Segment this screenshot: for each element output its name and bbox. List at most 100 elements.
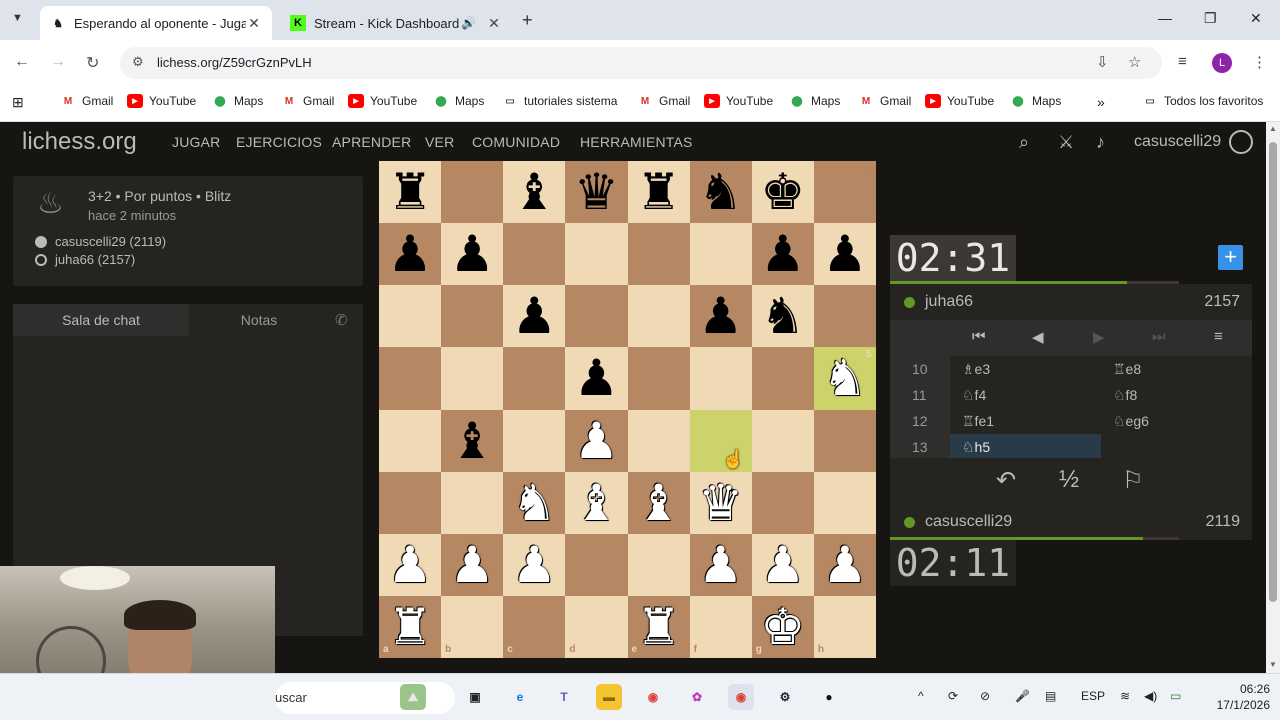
takeback-icon[interactable]: ↶ bbox=[996, 466, 1016, 495]
next-move-icon[interactable]: ▶ bbox=[1093, 328, 1105, 346]
nav-comunidad[interactable]: COMUNIDAD bbox=[472, 134, 560, 150]
wifi-icon[interactable]: ≋ bbox=[1120, 689, 1130, 703]
square-e7[interactable] bbox=[627, 223, 690, 286]
bookmark-gmail[interactable]: M Gmail bbox=[60, 94, 114, 108]
white-move[interactable]: ♗e3 bbox=[950, 356, 1101, 382]
white-queen-icon[interactable]: ♛ bbox=[690, 472, 752, 534]
more-menu-icon[interactable]: ⋮ bbox=[1252, 53, 1267, 71]
bell-icon[interactable]: ♪ bbox=[1096, 132, 1105, 153]
add-time-button[interactable]: + bbox=[1218, 245, 1243, 270]
offer-draw-button[interactable]: ½ bbox=[1059, 466, 1079, 494]
black-pawn-icon[interactable]: ♟ bbox=[379, 223, 441, 285]
media-control-icon[interactable]: ≡ bbox=[1178, 53, 1187, 70]
battery-icon[interactable]: ▭ bbox=[1170, 689, 1181, 703]
white-knight-icon[interactable]: ♞ bbox=[503, 472, 565, 534]
site-info-icon[interactable]: ⚙ bbox=[132, 54, 144, 70]
white-pawn-icon[interactable]: ♟ bbox=[752, 534, 814, 596]
white-move[interactable]: ♘f4 bbox=[950, 382, 1101, 408]
square-e6[interactable] bbox=[627, 285, 690, 348]
phone-icon[interactable]: ✆ bbox=[335, 311, 348, 329]
black-queen-icon[interactable]: ♛ bbox=[565, 161, 627, 223]
edge-icon[interactable]: e bbox=[507, 684, 533, 710]
white-pawn-icon[interactable]: ♟ bbox=[503, 534, 565, 596]
bookmark-youtube[interactable]: ▶ YouTube bbox=[127, 94, 196, 108]
file-explorer-icon[interactable]: ▬ bbox=[596, 684, 622, 710]
square-e4[interactable] bbox=[627, 409, 690, 472]
forward-icon[interactable]: → bbox=[50, 53, 66, 71]
square-g3[interactable] bbox=[751, 471, 814, 534]
close-tab-icon[interactable]: ✕ bbox=[246, 15, 262, 32]
minimize-icon[interactable]: — bbox=[1158, 10, 1172, 26]
chrome-icon[interactable]: ◉ bbox=[640, 684, 666, 710]
install-app-icon[interactable]: ⇩ bbox=[1096, 53, 1109, 71]
tab-kick[interactable]: K Stream - Kick Dashboard 🔊 ✕ bbox=[280, 6, 512, 40]
black-rook-icon[interactable]: ♜ bbox=[379, 161, 441, 223]
white-player[interactable]: casuscelli29 (2119) bbox=[35, 234, 166, 249]
bookmark-maps[interactable]: ⬤ Maps bbox=[433, 94, 484, 108]
swords-icon[interactable]: ⚔ bbox=[1058, 132, 1074, 153]
page-scrollbar[interactable]: ▲ ▼ bbox=[1266, 122, 1280, 673]
my-name[interactable]: casuscelli29 bbox=[925, 513, 1012, 531]
last-move-icon[interactable]: ⏭ bbox=[1152, 328, 1166, 345]
black-pawn-icon[interactable]: ♟ bbox=[690, 285, 752, 347]
bookmark-maps[interactable]: ⬤ Maps bbox=[1010, 94, 1061, 108]
black-pawn-icon[interactable]: ♟ bbox=[441, 223, 503, 285]
black-bishop-icon[interactable]: ♝ bbox=[503, 161, 565, 223]
bookmark-youtube[interactable]: ▶ YouTube bbox=[704, 94, 773, 108]
tab-chat[interactable]: Sala de chat bbox=[13, 304, 189, 336]
speaker-icon[interactable]: 🔊 bbox=[461, 16, 476, 30]
square-g5[interactable] bbox=[751, 347, 814, 410]
black-knight-icon[interactable]: ♞ bbox=[752, 285, 814, 347]
first-move-icon[interactable]: ⏮ bbox=[972, 328, 986, 345]
bookmark-gmail[interactable]: M Gmail bbox=[281, 94, 335, 108]
chess-board[interactable]: ♜ ♝ ♛ ♜ ♞ ♚ ♟ ♟ ♟ ♟ ♟ ♟ ♞ ♟ ♞ ♝ ♟ ♞ ♝ ♝ ♛ ♟ ♟ ♟ ♟ ♟ ♟ ♜ ♜ ♚ 8 7 6 5 4 3 2 1 a b… bbox=[379, 161, 876, 658]
close-tab-icon[interactable]: ✕ bbox=[486, 15, 502, 32]
square-g4[interactable] bbox=[751, 409, 814, 472]
volume-icon[interactable]: ◀) bbox=[1144, 689, 1157, 703]
nav-ejercicios[interactable]: EJERCICIOS bbox=[236, 134, 322, 150]
square-f7[interactable] bbox=[689, 223, 752, 286]
bookmark-maps[interactable]: ⬤ Maps bbox=[212, 94, 263, 108]
search-icon[interactable]: ⌕ bbox=[1019, 132, 1029, 153]
square-e5[interactable] bbox=[627, 347, 690, 410]
black-move[interactable]: ♖e8 bbox=[1101, 356, 1252, 382]
teams-icon[interactable]: T bbox=[551, 684, 577, 710]
square-a6[interactable] bbox=[379, 285, 442, 348]
square-d6[interactable] bbox=[565, 285, 628, 348]
task-view-icon[interactable]: ▣ bbox=[462, 684, 488, 710]
tab-lichess[interactable]: ♞ Esperando al oponente - Jugar ✕ bbox=[40, 6, 272, 40]
nav-herramientas[interactable]: HERRAMIENTAS bbox=[580, 134, 693, 150]
system-clock[interactable]: 06:26 17/1/2026 bbox=[1200, 681, 1270, 713]
black-move[interactable] bbox=[1101, 434, 1252, 460]
square-d2[interactable] bbox=[565, 533, 628, 596]
restore-icon[interactable]: ❐ bbox=[1204, 10, 1217, 27]
square-f1[interactable] bbox=[689, 595, 752, 658]
white-pawn-icon[interactable]: ♟ bbox=[441, 534, 503, 596]
bookmark-gmail[interactable]: M Gmail bbox=[637, 94, 691, 108]
black-pawn-icon[interactable]: ♟ bbox=[752, 223, 814, 285]
sync-icon[interactable]: ⟳ bbox=[948, 689, 958, 703]
close-window-icon[interactable]: ✕ bbox=[1250, 10, 1262, 27]
white-pawn-icon[interactable]: ♟ bbox=[565, 410, 627, 472]
taskbar-search[interactable]: uscar bbox=[275, 682, 455, 714]
square-b6[interactable] bbox=[441, 285, 504, 348]
square-c5[interactable] bbox=[503, 347, 566, 410]
square-d7[interactable] bbox=[565, 223, 628, 286]
nav-aprender[interactable]: APRENDER bbox=[332, 134, 411, 150]
bookmark-star-icon[interactable]: ☆ bbox=[1128, 53, 1141, 71]
square-b5[interactable] bbox=[441, 347, 504, 410]
white-bishop-icon[interactable]: ♝ bbox=[565, 472, 627, 534]
new-tab-icon[interactable]: + bbox=[522, 10, 533, 31]
resign-flag-icon[interactable]: ⚐ bbox=[1122, 466, 1144, 495]
m365-icon[interactable]: ✿ bbox=[684, 684, 710, 710]
nav-jugar[interactable]: JUGAR bbox=[172, 134, 220, 150]
obs-icon[interactable]: ● bbox=[816, 684, 842, 710]
lichess-logo[interactable]: lichess.org bbox=[22, 128, 137, 156]
black-king-icon[interactable]: ♚ bbox=[752, 161, 814, 223]
bookmark-folder[interactable]: ▭ tutoriales sistema bbox=[502, 94, 617, 108]
scroll-up-icon[interactable]: ▲ bbox=[1269, 124, 1277, 133]
address-bar[interactable]: ⚙ lichess.org/Z59crGznPvLH bbox=[120, 47, 1162, 79]
network-off-icon[interactable]: ⊘ bbox=[980, 689, 990, 703]
opponent-name[interactable]: juha66 bbox=[925, 293, 973, 311]
tab-search-chevron-icon[interactable]: ▼ bbox=[12, 12, 23, 24]
